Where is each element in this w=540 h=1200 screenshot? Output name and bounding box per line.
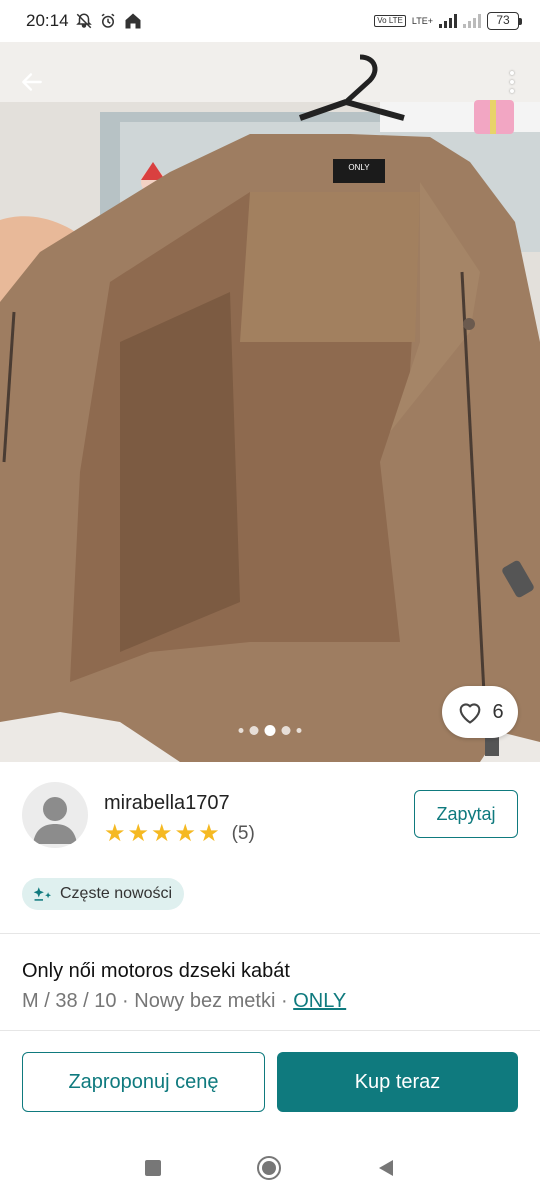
more-dot-icon	[510, 89, 514, 93]
status-right: Vo LTE LTE+ 73	[374, 12, 522, 30]
image-pagination	[238, 725, 302, 736]
back-triangle-icon[interactable]	[377, 1159, 395, 1177]
divider	[0, 1030, 540, 1031]
favourite-button[interactable]: 6	[442, 686, 518, 738]
sparkle-icon	[33, 887, 52, 901]
heart-icon	[460, 703, 481, 724]
product-photo[interactable]: ONLY 6	[0, 42, 540, 762]
favourite-count: 6	[492, 700, 504, 723]
pagination-dot[interactable]	[281, 726, 291, 735]
buy-now-button[interactable]: Kup teraz	[277, 1052, 518, 1112]
brand-label-text: ONLY	[348, 163, 370, 172]
frequent-uploads-badge: Częste nowości	[22, 878, 185, 910]
arrow-left-icon	[22, 73, 42, 91]
star-icon: ★	[127, 820, 150, 847]
make-offer-button[interactable]: Zaproponuj cenę	[22, 1052, 265, 1112]
status-left-icons	[75, 11, 143, 31]
pagination-dot[interactable]	[249, 726, 259, 735]
notifications-off-icon	[75, 13, 92, 29]
home-status-icon	[125, 13, 141, 29]
seller-section: mirabella1707 ★ ★ ★ ★ ★ (5) Zapytaj	[22, 782, 518, 852]
system-nav-bar	[0, 1136, 540, 1200]
star-icon: ★	[104, 820, 126, 847]
battery-level: 73	[487, 12, 519, 30]
volte-indicator: Vo LTE	[374, 15, 406, 27]
user-placeholder-icon	[33, 797, 77, 844]
star-icon: ★	[174, 820, 197, 847]
badge-label: Częste nowości	[60, 885, 173, 902]
jacket-photo-image: ONLY	[0, 42, 540, 762]
home-button-icon[interactable]	[257, 1156, 281, 1180]
signal-2-icon	[463, 14, 481, 28]
ask-seller-button[interactable]: Zapytaj	[414, 790, 518, 838]
back-button[interactable]	[16, 66, 48, 98]
avatar[interactable]	[22, 782, 88, 848]
pagination-dot[interactable]	[238, 728, 244, 733]
recent-apps-icon[interactable]	[145, 1160, 161, 1176]
star-icon: ★	[151, 820, 173, 847]
battery-icon: 73	[487, 12, 522, 30]
signal-icon	[439, 14, 457, 28]
more-options-button[interactable]	[502, 66, 522, 98]
brand-link[interactable]: ONLY	[293, 990, 346, 1012]
alarm-icon	[101, 13, 114, 28]
status-time: 20:14	[26, 11, 69, 30]
pagination-dot[interactable]	[296, 728, 302, 733]
star-icon: ★	[198, 820, 220, 847]
action-buttons: Zaproponuj cenę Kup teraz	[22, 1052, 518, 1112]
more-dot-icon	[510, 71, 514, 75]
pagination-dot-active[interactable]	[264, 725, 276, 736]
item-title: Only női motoros dzseki kabát	[22, 960, 290, 982]
seller-username[interactable]: mirabella1707	[104, 792, 230, 815]
item-size-condition: M / 38 / 10 · Nowy bez metki ·	[22, 990, 294, 1012]
item-details: M / 38 / 10 · Nowy bez metki · ONLY	[22, 990, 346, 1013]
seller-rating[interactable]: ★ ★ ★ ★ ★ (5)	[104, 822, 255, 846]
status-bar: 20:14 Vo LTE LTE+ 73	[0, 0, 540, 42]
network-type: LTE+	[411, 16, 433, 26]
review-count: (5)	[231, 823, 255, 844]
divider	[0, 933, 540, 934]
more-dot-icon	[510, 80, 514, 84]
